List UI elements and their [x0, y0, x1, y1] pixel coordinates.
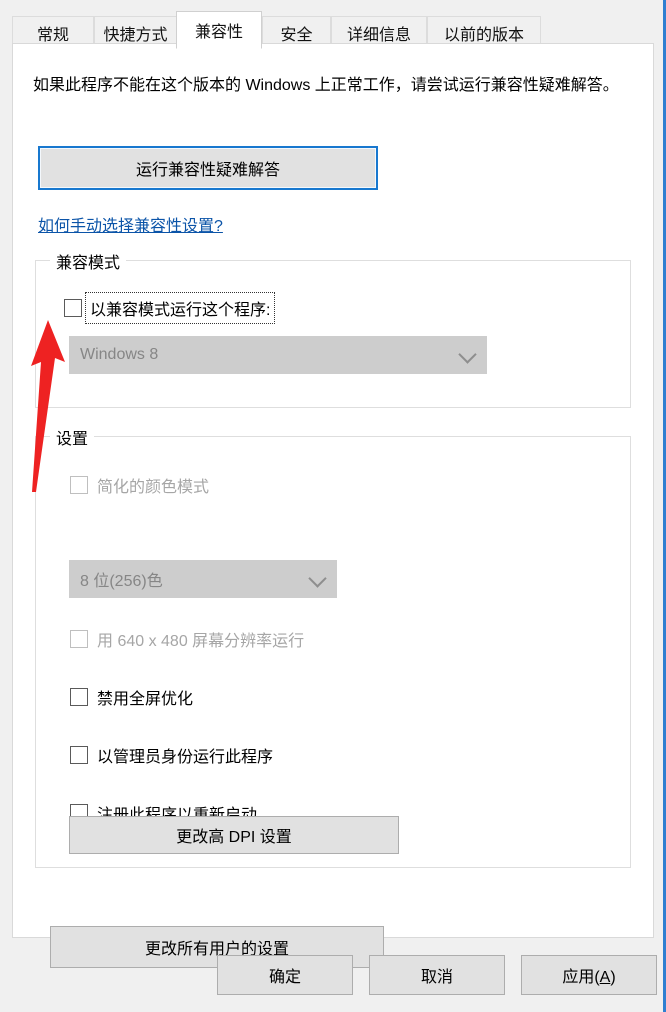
apply-button-accelerator: A [599, 969, 611, 986]
color-depth-combobox[interactable]: 8 位(256)色 [69, 560, 337, 598]
chevron-down-icon [308, 569, 327, 588]
disable-fullscreen-optimizations-checkbox[interactable] [70, 688, 88, 706]
run-as-administrator-label: 以管理员身份运行此程序 [97, 749, 274, 766]
disable-fullscreen-optimizations-label: 禁用全屏优化 [97, 691, 194, 708]
run-in-compatibility-mode-label: 以兼容模式运行这个程序: [84, 292, 276, 324]
run-640x480-checkbox [70, 630, 88, 648]
disable-fullscreen-optimizations-checkbox-row[interactable]: 禁用全屏优化 [70, 685, 193, 709]
reduced-color-mode-label: 简化的颜色模式 [97, 479, 210, 496]
tab-security-label: 安全 [280, 26, 313, 44]
run-in-compatibility-mode-checkbox[interactable] [64, 299, 82, 317]
run-as-administrator-checkbox[interactable] [70, 746, 88, 764]
run-640x480-label: 用 640 x 480 屏幕分辨率运行 [97, 633, 305, 650]
reduced-color-mode-checkbox [70, 476, 88, 494]
compatibility-mode-group-title: 兼容模式 [50, 249, 127, 273]
color-depth-combobox-value: 8 位(256)色 [80, 573, 163, 590]
settings-group-title: 设置 [50, 425, 95, 449]
manual-compatibility-help-link[interactable]: 如何手动选择兼容性设置? [38, 212, 223, 236]
intro-text: 如果此程序不能在这个版本的 Windows 上正常工作，请尝试运行兼容性疑难解答… [33, 77, 619, 94]
apply-button[interactable]: 应用(A) [521, 955, 657, 995]
tab-general-label: 常规 [36, 26, 69, 44]
apply-button-prefix: 应用( [562, 969, 600, 986]
apply-button-suffix: ) [610, 969, 616, 986]
compatibility-os-combobox-value: Windows 8 [80, 346, 159, 363]
properties-dialog-window: 常规 快捷方式 兼容性 安全 详细信息 以前的版本 如果此程序不能在这个版本的 … [0, 0, 666, 1012]
tab-previous-versions-label: 以前的版本 [443, 26, 524, 44]
change-high-dpi-settings-button[interactable]: 更改高 DPI 设置 [69, 816, 399, 854]
chevron-down-icon [458, 345, 477, 364]
compatibility-tab-panel: 如果此程序不能在这个版本的 Windows 上正常工作，请尝试运行兼容性疑难解答… [12, 43, 654, 968]
tab-details-label: 详细信息 [346, 26, 411, 44]
reduced-color-mode-checkbox-row[interactable]: 简化的颜色模式 [70, 473, 209, 497]
ok-button[interactable]: 确定 [217, 955, 353, 995]
run-in-compatibility-mode-checkbox-row[interactable]: 以兼容模式运行这个程序: [64, 292, 276, 324]
run-as-administrator-checkbox-row[interactable]: 以管理员身份运行此程序 [70, 743, 273, 767]
settings-group: 设置 简化的颜色模式 用 640 x 480 屏幕分辨率运行 禁用全屏优化 以管… [35, 425, 631, 868]
cancel-button[interactable]: 取消 [369, 955, 505, 995]
compatibility-os-combobox[interactable]: Windows 8 [69, 336, 487, 374]
tab-compatibility-label: 兼容性 [194, 24, 243, 41]
run-640x480-checkbox-row[interactable]: 用 640 x 480 屏幕分辨率运行 [70, 627, 304, 651]
tab-compatibility[interactable]: 兼容性 [176, 11, 262, 49]
run-compatibility-troubleshooter-button[interactable]: 运行兼容性疑难解答 [38, 146, 378, 190]
compatibility-mode-group: 兼容模式 以兼容模式运行这个程序: [35, 249, 631, 408]
tab-shortcut-label: 快捷方式 [103, 26, 168, 44]
